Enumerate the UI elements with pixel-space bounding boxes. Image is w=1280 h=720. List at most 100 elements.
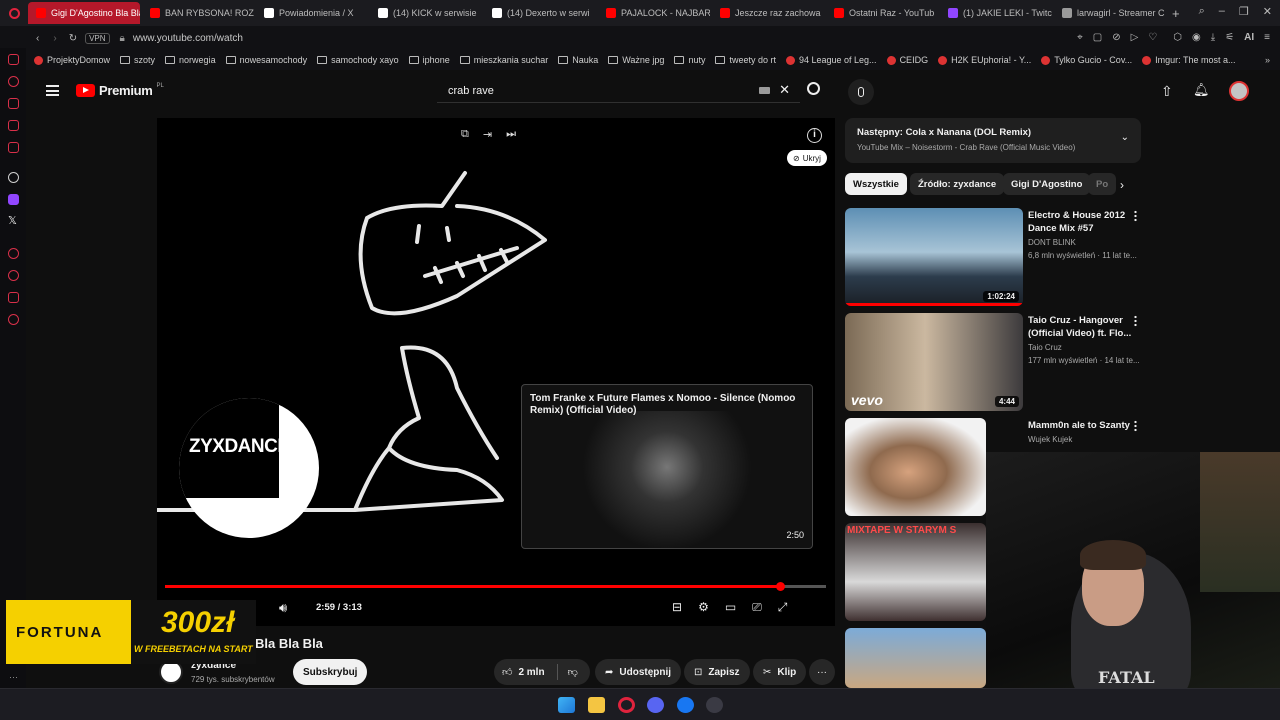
- facebook-icon[interactable]: [677, 697, 694, 713]
- up-next-panel[interactable]: Następny: Cola x Nanana (DOL Remix) YouT…: [845, 118, 1141, 163]
- url-field[interactable]: www.youtube.com/watch: [133, 33, 243, 44]
- clip-button[interactable]: ✂ Klip: [753, 659, 807, 685]
- recommendation-thumbnail[interactable]: [845, 628, 986, 688]
- bookmark-item[interactable]: Imgur: The most a...: [1142, 55, 1236, 65]
- play-icon[interactable]: ▷: [1131, 32, 1139, 43]
- settings-gear-icon[interactable]: ⚙: [698, 600, 709, 615]
- theater-mode-icon[interactable]: ▭: [725, 600, 736, 615]
- camera-icon[interactable]: ◉: [1192, 32, 1201, 43]
- history-icon[interactable]: [8, 76, 19, 87]
- recommendation-title[interactable]: Mamm0n ale to Szanty: [1028, 419, 1132, 432]
- aria-ai-button[interactable]: AI: [1244, 32, 1254, 43]
- download-icon[interactable]: ⤓: [1211, 32, 1215, 43]
- easy-setup-icon[interactable]: ⚟: [1225, 32, 1234, 43]
- filter-chip[interactable]: Gigi D'Agostino: [1003, 173, 1091, 195]
- end-screen-video-card[interactable]: Tom Franke x Future Flames x Nomoo - Sil…: [521, 384, 813, 549]
- back-icon[interactable]: ‹: [36, 33, 39, 44]
- recommendation-thumbnail[interactable]: MIXTAPE W STARYM S: [845, 523, 986, 621]
- bookmark-item[interactable]: ProjektyDomow: [34, 55, 110, 65]
- channel-watermark[interactable]: ZYXDANCE: [179, 398, 319, 538]
- forward-icon[interactable]: ›: [53, 33, 56, 44]
- vpn-badge[interactable]: VPN: [85, 32, 110, 44]
- info-icon[interactable]: i: [807, 128, 822, 143]
- guide-menu-icon[interactable]: [46, 85, 59, 96]
- more-actions-button[interactable]: ···: [809, 659, 835, 685]
- new-tab-button[interactable]: +: [1172, 6, 1180, 21]
- cast-icon[interactable]: ⎚: [752, 600, 762, 615]
- browser-tab[interactable]: Ostatni Raz - YouTub: [826, 2, 938, 24]
- bookmark-item[interactable]: norwegia: [165, 55, 216, 65]
- twitch-icon[interactable]: [8, 194, 19, 205]
- bookmark-item[interactable]: Tylko Gucio - Cov...: [1041, 55, 1132, 65]
- clock-icon[interactable]: [8, 248, 19, 259]
- bookmark-item[interactable]: H2K EUphoria! - Y...: [938, 55, 1031, 65]
- scrubber-handle[interactable]: [776, 582, 785, 591]
- file-explorer-icon[interactable]: [588, 697, 605, 713]
- subscribe-button[interactable]: Subskrybuj: [293, 659, 368, 685]
- filter-chip[interactable]: Źródło: zyxdance: [910, 173, 1005, 195]
- video-player[interactable]: ⧉ ⇥ ⏭︎ i ⊘ Ukryj ZYXDANCE: [157, 118, 835, 626]
- maximize-icon[interactable]: ❐: [1239, 5, 1249, 18]
- bookmark-item[interactable]: Nauka: [558, 55, 598, 65]
- browser-tab[interactable]: BAN RYBSONA! ROZ: [142, 2, 254, 24]
- recommendation-title[interactable]: Electro & House 2012 Dance Mix #57: [1028, 209, 1132, 235]
- filter-chip[interactable]: Po: [1088, 173, 1116, 195]
- bookmark-item[interactable]: mieszkania suchar: [459, 55, 548, 65]
- recommendation-thumbnail[interactable]: [845, 418, 986, 516]
- bookmark-item[interactable]: samochody xayo: [317, 55, 399, 65]
- messenger-icon[interactable]: [8, 98, 19, 109]
- filter-chip[interactable]: Wszystkie: [845, 173, 907, 195]
- chevron-right-icon[interactable]: ›: [1120, 178, 1124, 192]
- close-window-icon[interactable]: ✕: [1263, 5, 1272, 18]
- volume-icon[interactable]: 🔊︎: [279, 600, 287, 616]
- music-icon[interactable]: [8, 142, 19, 153]
- keyboard-icon[interactable]: [759, 87, 770, 94]
- browser-tab[interactable]: Powiadomienia / X: [256, 2, 368, 24]
- minimize-icon[interactable]: –: [1219, 5, 1225, 18]
- upload-icon[interactable]: ⇧: [1161, 83, 1173, 100]
- start-icon[interactable]: [558, 697, 575, 713]
- youtube-logo[interactable]: Premium PL: [76, 83, 164, 98]
- browser-tab[interactable]: Jeszcze raz zachowa: [712, 2, 824, 24]
- subtitles-icon[interactable]: ⊟: [672, 600, 682, 615]
- recommendation-thumbnail[interactable]: 1:02:24: [845, 208, 1023, 306]
- extensions-icon[interactable]: ⬡: [1173, 32, 1182, 43]
- avatar[interactable]: [1229, 81, 1249, 101]
- share-button[interactable]: ➦ Udostępnij: [595, 659, 682, 685]
- search-tabs-icon[interactable]: ⌕: [1199, 5, 1205, 18]
- save-button[interactable]: ⊡ Zapisz: [684, 659, 750, 685]
- recommendation-title[interactable]: Taio Cruz - Hangover (Official Video) ft…: [1028, 314, 1132, 340]
- like-button[interactable]: 👍︎ 2 mln: [502, 666, 545, 679]
- recent-icon[interactable]: [8, 270, 19, 281]
- clear-search-icon[interactable]: ✕: [779, 82, 790, 98]
- recommendation-channel[interactable]: Wujek Kujek: [1028, 435, 1072, 444]
- menu-icon[interactable]: ≡: [1264, 32, 1270, 43]
- x-icon[interactable]: 𝕏: [8, 214, 17, 227]
- reload-icon[interactable]: ↻: [69, 33, 77, 44]
- thumbs-down-icon[interactable]: 👎︎: [568, 666, 578, 678]
- mail-icon[interactable]: [8, 120, 19, 131]
- browser-tab[interactable]: (1) JAKIE LEKI - Twitc: [940, 2, 1052, 24]
- heart-icon[interactable]: ♡: [1148, 32, 1157, 43]
- home-icon[interactable]: [8, 54, 19, 65]
- block-icon[interactable]: ⊘: [1112, 32, 1120, 43]
- more-vert-icon[interactable]: [1134, 210, 1137, 222]
- recommendation-thumbnail[interactable]: vevo 4:44: [845, 313, 1023, 411]
- bookmark-item[interactable]: szoty: [120, 55, 155, 65]
- more-vert-icon[interactable]: [1134, 420, 1137, 432]
- player-icon[interactable]: [8, 292, 19, 303]
- recommendation-channel[interactable]: Taio Cruz: [1028, 343, 1062, 352]
- bookmarks-overflow-icon[interactable]: »: [1265, 55, 1270, 65]
- miniplayer-icon[interactable]: ⧉: [461, 128, 469, 141]
- bookmark-item[interactable]: CEIDG: [886, 55, 928, 65]
- opera-logo-icon[interactable]: [0, 7, 28, 19]
- more-vert-icon[interactable]: [1134, 315, 1137, 327]
- settings-icon[interactable]: [8, 314, 19, 325]
- browser-tab[interactable]: (14) KICK w serwisie: [370, 2, 482, 24]
- chevron-down-icon[interactable]: ⌄: [1121, 132, 1129, 143]
- chatgpt-icon[interactable]: [8, 172, 19, 183]
- hide-cards-button[interactable]: ⊘ Ukryj: [787, 150, 827, 166]
- steam-icon[interactable]: [706, 697, 723, 713]
- bookmark-item[interactable]: tweety do rt: [715, 55, 776, 65]
- notifications-icon[interactable]: 🔔︎: [1193, 82, 1210, 98]
